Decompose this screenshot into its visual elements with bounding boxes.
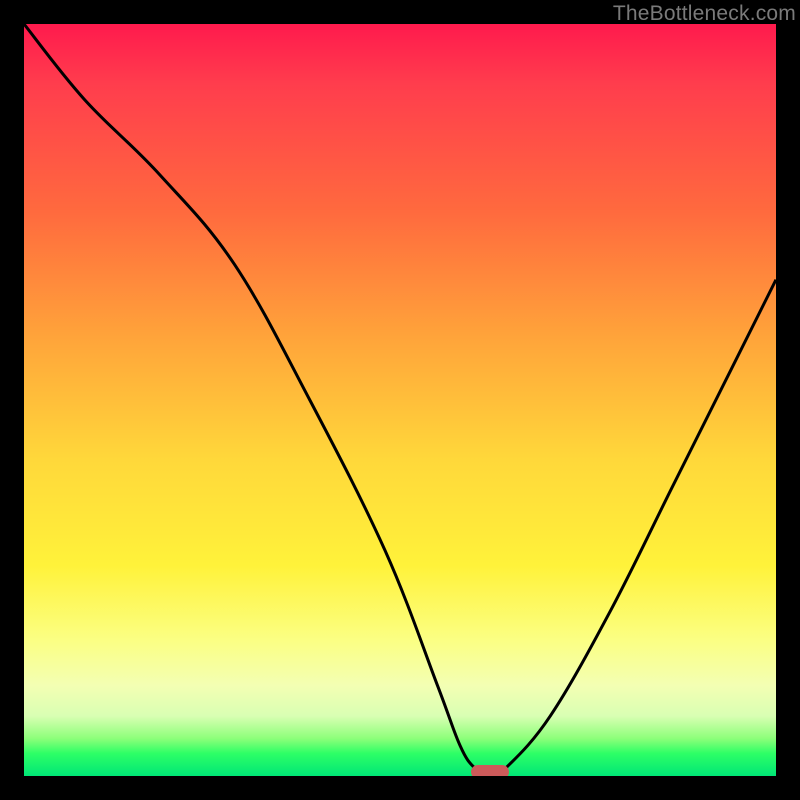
chart-frame: TheBottleneck.com <box>0 0 800 800</box>
watermark-text: TheBottleneck.com <box>613 2 796 26</box>
plot-area <box>24 24 776 776</box>
bottleneck-curve-path <box>24 24 776 776</box>
bottleneck-curve <box>24 24 776 776</box>
optimal-marker <box>471 765 509 776</box>
